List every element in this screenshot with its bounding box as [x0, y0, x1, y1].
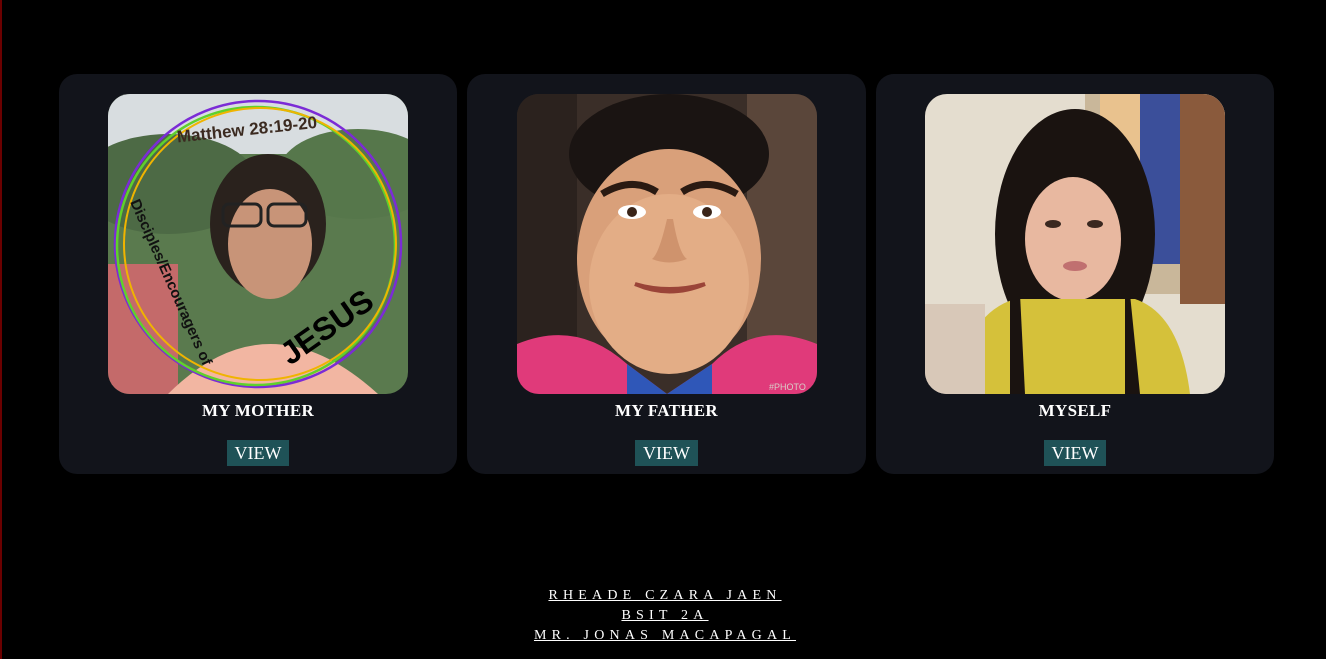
father-photo-image: #PHOTO [516, 94, 817, 394]
mother-photo-image: Matthew 28:19-20 Disciples/Encouragers o… [108, 94, 408, 394]
view-button-father[interactable]: VIEW [635, 440, 698, 466]
footer-section: BSIT 2A [621, 608, 709, 623]
footer-instructor: MR. JONAS MACAPAGAL [533, 628, 797, 643]
view-button-myself[interactable]: VIEW [1043, 440, 1107, 466]
page: Matthew 28:19-20 Disciples/Encouragers o… [0, 0, 1326, 659]
footer: RHEADE CZARA JAEN BSIT 2A MR. JONAS MACA… [2, 586, 1326, 646]
card-father: #PHOTO MY FATHER VIEW [467, 74, 866, 474]
card-title-myself: MYSELF [1038, 401, 1112, 420]
mother-photo: Matthew 28:19-20 Disciples/Encouragers o… [108, 94, 408, 394]
father-photo: #PHOTO [516, 94, 817, 394]
footer-name: RHEADE CZARA JAEN [548, 588, 782, 603]
view-button-mother[interactable]: VIEW [226, 440, 290, 466]
card-title-mother: MY MOTHER [201, 401, 315, 420]
myself-photo [925, 94, 1225, 394]
card-myself: MYSELF VIEW [876, 74, 1274, 474]
father-photo-watermark: #PHOTO [769, 382, 806, 392]
cards-row: Matthew 28:19-20 Disciples/Encouragers o… [59, 74, 1274, 474]
myself-photo-image [925, 94, 1225, 394]
card-title-father: MY FATHER [615, 401, 718, 420]
card-mother: Matthew 28:19-20 Disciples/Encouragers o… [59, 74, 457, 474]
